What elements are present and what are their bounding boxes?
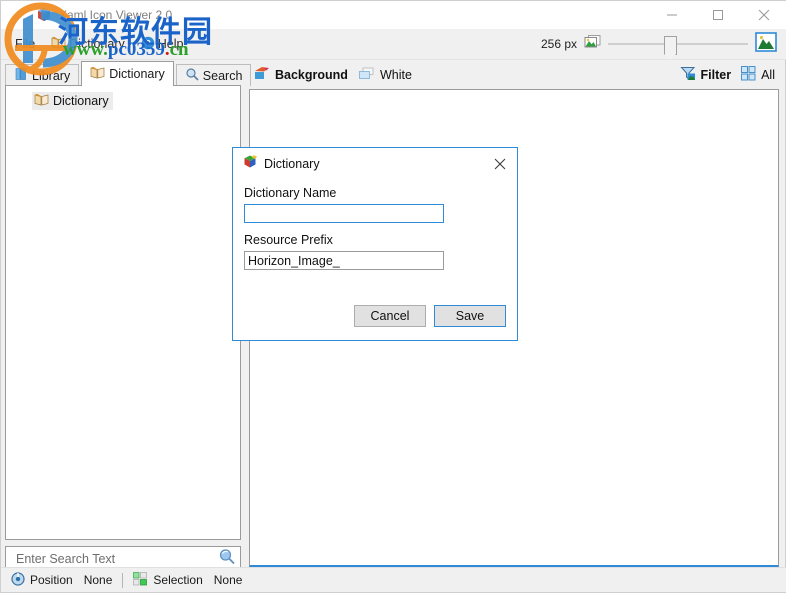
library-book-icon [14, 67, 28, 84]
tab-dictionary[interactable]: Dictionary [81, 61, 174, 86]
funnel-icon [679, 66, 696, 84]
left-tabstrip: Library Dictionary Search [5, 61, 252, 86]
tab-search[interactable]: Search [175, 64, 252, 86]
selection-value: None [213, 573, 243, 587]
status-selection: Selection None [123, 571, 252, 589]
selection-icon [133, 571, 148, 589]
magnifier-icon [185, 67, 199, 84]
cancel-button[interactable]: Cancel [354, 305, 426, 327]
grid-icon [741, 66, 756, 84]
resource-prefix-label: Resource Prefix [244, 233, 333, 247]
resource-prefix-input[interactable] [244, 251, 444, 270]
zoom-slider[interactable] [608, 35, 748, 60]
tree-item-label: Dictionary [53, 94, 109, 108]
large-image-icon[interactable] [755, 31, 777, 57]
filter-label: Filter [700, 68, 732, 82]
background-color-label: White [379, 68, 412, 82]
dictionary-tree-panel: Dictionary [5, 85, 241, 540]
dialog-body: Dictionary Name Resource Prefix [233, 186, 517, 270]
status-position: Position None [1, 571, 122, 589]
dictionary-dialog: Dictionary Dictionary Name Resource Pref… [232, 147, 518, 341]
window-controls [649, 1, 786, 29]
menu-item-help-label: Help [157, 37, 184, 51]
zoom-controls: 256 px [540, 29, 777, 60]
close-button[interactable] [741, 1, 786, 29]
menu-item-help[interactable]: ? Help [133, 33, 192, 56]
small-image-icon[interactable] [584, 34, 601, 54]
search-input[interactable] [14, 551, 218, 567]
background-button[interactable]: Background [253, 66, 348, 84]
tree-item-dictionary[interactable]: Dictionary [32, 92, 113, 110]
open-book-icon [34, 93, 49, 109]
menu-item-file[interactable]: File [7, 34, 43, 54]
background-color-button[interactable]: White [358, 66, 412, 84]
menu-item-dictionary[interactable]: Dictionary [43, 33, 133, 55]
tab-library-label: Library [32, 68, 71, 83]
position-value: None [83, 573, 113, 587]
menu-item-file-label: File [15, 37, 36, 51]
palette-icon [253, 66, 270, 84]
all-button[interactable]: All [741, 66, 775, 84]
book-icon [51, 36, 66, 52]
filter-button[interactable]: Filter [679, 66, 732, 84]
dialog-title-bar: Dictionary [233, 148, 517, 180]
maximize-button[interactable] [695, 1, 741, 29]
dialog-title: Dictionary [264, 157, 320, 171]
left-panel: Library Dictionary Search Dictionary Ent… [5, 61, 252, 572]
selection-label: Selection [153, 573, 203, 587]
background-label: Background [275, 68, 348, 82]
target-icon [11, 571, 25, 589]
zoom-size-label: 256 px [540, 37, 577, 51]
svg-text:?: ? [145, 38, 151, 49]
tab-search-label: Search [202, 68, 243, 83]
window-title: Xaml Icon Viewer 2.0 [59, 8, 173, 22]
dictionary-name-label: Dictionary Name [244, 186, 337, 200]
white-swatch-icon [358, 66, 375, 84]
all-label: All [761, 68, 775, 82]
title-bar: Xaml Icon Viewer 2.0 [1, 1, 786, 29]
tab-dictionary-label: Dictionary [109, 67, 165, 81]
app-icon [35, 6, 53, 24]
application-window: Xaml Icon Viewer 2.0 File Dictionary ? H… [0, 0, 786, 593]
open-book-icon [90, 66, 105, 82]
help-icon: ? [141, 36, 155, 53]
cube-icon [242, 154, 258, 175]
save-button[interactable]: Save [434, 305, 506, 327]
status-bar: Position None Selection None [1, 567, 786, 592]
position-label: Position [30, 573, 73, 587]
right-panel-header: Background White Filter All [249, 61, 779, 89]
tab-library[interactable]: Library [5, 64, 80, 86]
menu-item-dictionary-label: Dictionary [69, 37, 125, 51]
zoom-slider-track [608, 43, 748, 45]
dialog-buttons: Cancel Save [354, 305, 506, 327]
dictionary-name-input[interactable] [244, 204, 444, 223]
dialog-close-button[interactable] [483, 149, 517, 179]
zoom-slider-thumb[interactable] [664, 36, 677, 60]
minimize-button[interactable] [649, 1, 695, 29]
